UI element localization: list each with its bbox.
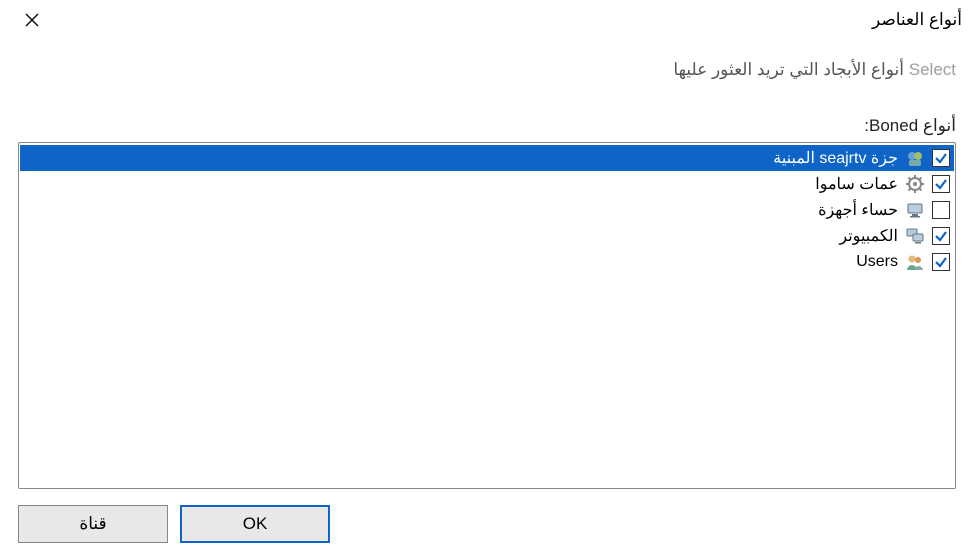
- titlebar: أنواع العناصر: [0, 0, 974, 40]
- checkbox[interactable]: [932, 253, 950, 271]
- dialog-content: Select أنواع الأبجاد التي تريد العثور عل…: [0, 40, 974, 489]
- list-label: أنواع Boned:: [18, 116, 956, 136]
- list-item-label: جزة seajrtv المبنية: [773, 148, 898, 168]
- object-type-list[interactable]: جزة seajrtv المبنيةعمات سامواحساء أجهزةا…: [18, 142, 956, 489]
- cancel-button[interactable]: قناة: [18, 505, 168, 543]
- highlight-annotation: [701, 170, 955, 198]
- close-icon: [24, 12, 40, 28]
- dialog-window: أنواع العناصر Select أنواع الأبجاد التي …: [0, 0, 974, 559]
- security-icon: [904, 147, 926, 169]
- users-icon: [904, 251, 926, 273]
- checkbox[interactable]: [932, 201, 950, 219]
- check-icon: [934, 229, 948, 243]
- button-row: قناة OK: [0, 489, 974, 559]
- list-item-label: الكمبيوتر: [839, 226, 898, 246]
- description: Select أنواع الأبجاد التي تريد العثور عل…: [18, 60, 956, 80]
- ok-button[interactable]: OK: [180, 505, 330, 543]
- list-item[interactable]: Users: [20, 249, 954, 275]
- checkbox[interactable]: [932, 227, 950, 245]
- dialog-title: أنواع العناصر: [872, 10, 962, 30]
- computers-icon: [904, 225, 926, 247]
- computer-icon: [904, 199, 926, 221]
- check-icon: [934, 151, 948, 165]
- close-button[interactable]: [12, 0, 52, 40]
- list-item[interactable]: جزة seajrtv المبنية: [20, 145, 954, 171]
- list-item-label: Users: [856, 253, 898, 271]
- list-item-label: حساء أجهزة: [818, 200, 898, 220]
- list-item[interactable]: الكمبيوتر: [20, 223, 954, 249]
- checkbox[interactable]: [932, 149, 950, 167]
- description-text: أنواع الأبجاد التي تريد العثور عليها: [673, 60, 908, 79]
- list-item[interactable]: حساء أجهزة: [20, 197, 954, 223]
- check-icon: [934, 255, 948, 269]
- description-prefix: Select: [909, 60, 956, 79]
